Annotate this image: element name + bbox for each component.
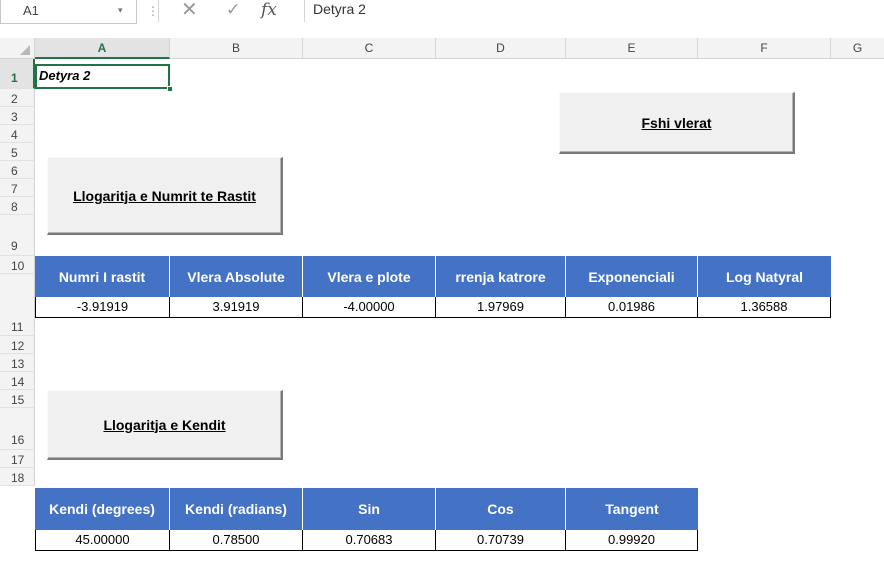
- compute-random-number-button[interactable]: Llogaritja e Numrit te Rastit: [47, 157, 283, 235]
- table-header-cell: Vlera Absolute: [170, 256, 303, 297]
- clear-values-button[interactable]: Fshi vlerat: [559, 92, 795, 154]
- name-box[interactable]: A1: [0, 0, 137, 24]
- row-header-14[interactable]: 14: [0, 372, 35, 390]
- table-cell[interactable]: 1.36588: [698, 297, 831, 318]
- table-cell[interactable]: 0.78500: [170, 530, 303, 551]
- row-header-8[interactable]: 8: [0, 197, 35, 215]
- table-header-cell: Kendi (degrees): [35, 488, 170, 530]
- table-cell[interactable]: 0.01986: [566, 297, 698, 318]
- row-header-17[interactable]: 17: [0, 450, 35, 468]
- row-header-11[interactable]: 11: [0, 274, 35, 336]
- table-cell[interactable]: 0.99920: [566, 530, 698, 551]
- table-header-cell: Cos: [436, 488, 566, 530]
- table-cell[interactable]: -3.91919: [35, 297, 170, 318]
- table-header-cell: Numri I rastit: [35, 256, 170, 297]
- compute-random-number-button-label: Llogaritja e Numrit te Rastit: [73, 187, 256, 204]
- row-header-3[interactable]: 3: [0, 107, 35, 125]
- column-header-g[interactable]: G: [831, 38, 884, 59]
- row-header-7[interactable]: 7: [0, 179, 35, 197]
- divider: [304, 0, 305, 22]
- clear-values-button-label: Fshi vlerat: [641, 114, 712, 131]
- row-header-9[interactable]: 9: [0, 215, 35, 256]
- column-header-b[interactable]: B: [170, 38, 303, 59]
- table-cell[interactable]: 0.70739: [436, 530, 566, 551]
- table-header-cell: rrenja katrore: [436, 256, 566, 297]
- name-box-dropdown-icon[interactable]: ▾: [118, 5, 123, 16]
- select-all-triangle-icon: [20, 45, 30, 55]
- row-header-2[interactable]: 2: [0, 89, 35, 107]
- table-header-cell: Vlera e plote: [303, 256, 436, 297]
- compute-angle-button-label: Llogaritja e Kendit: [103, 416, 226, 433]
- formula-input[interactable]: Detyra 2: [313, 0, 884, 22]
- fx-icon[interactable]: fx: [261, 0, 277, 20]
- row-header-5[interactable]: 5: [0, 143, 35, 161]
- row-header-15[interactable]: 15: [0, 390, 35, 408]
- column-header-a[interactable]: A: [35, 38, 170, 59]
- cancel-icon[interactable]: ✕: [181, 0, 198, 20]
- table-header-cell: Exponenciali: [566, 256, 698, 297]
- row-header-4[interactable]: 4: [0, 125, 35, 143]
- table-cell[interactable]: 1.97969: [436, 297, 566, 318]
- table-header-cell: Log Natyral: [698, 256, 831, 297]
- table-cell[interactable]: 3.91919: [170, 297, 303, 318]
- table-header-cell: Sin: [303, 488, 436, 530]
- row-header-6[interactable]: 6: [0, 161, 35, 179]
- table-cell[interactable]: -4.00000: [303, 297, 436, 318]
- column-header-d[interactable]: D: [436, 38, 566, 59]
- row-header-13[interactable]: 13: [0, 354, 35, 372]
- enter-icon[interactable]: ✓: [226, 0, 240, 20]
- column-header-f[interactable]: F: [698, 38, 831, 59]
- row-header-1[interactable]: 1: [0, 59, 35, 89]
- column-header-c[interactable]: C: [303, 38, 436, 59]
- cell-a1[interactable]: Detyra 2: [35, 64, 170, 89]
- table-header-cell: Kendi (radians): [170, 488, 303, 530]
- table-header-cell: Tangent: [566, 488, 698, 530]
- compute-angle-button[interactable]: Llogaritja e Kendit: [47, 390, 283, 460]
- table-cell[interactable]: 45.00000: [35, 530, 170, 551]
- row-header-16[interactable]: 16: [0, 408, 35, 450]
- column-header-e[interactable]: E: [566, 38, 698, 59]
- table-cell[interactable]: 0.70683: [303, 530, 436, 551]
- row-header-12[interactable]: 12: [0, 336, 35, 354]
- row-header-18[interactable]: 18: [0, 468, 35, 486]
- fill-handle[interactable]: [167, 86, 173, 92]
- row-header-10[interactable]: 10: [0, 256, 35, 274]
- divider: [158, 0, 159, 22]
